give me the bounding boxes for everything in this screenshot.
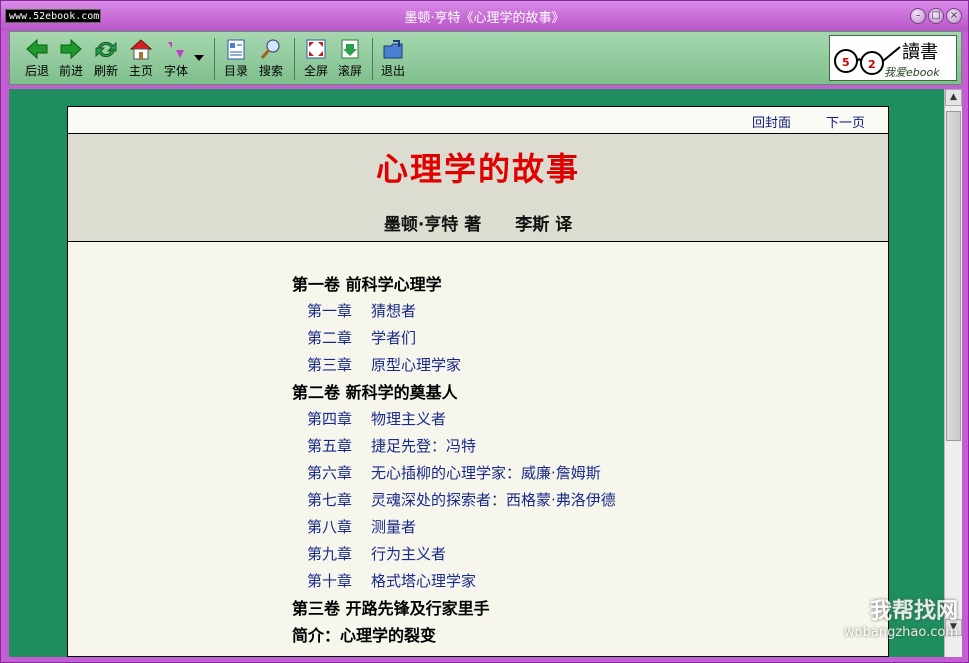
- chapter-title: 测量者: [371, 518, 417, 536]
- toc-volume-heading: 简介：心理学的裂变: [292, 626, 437, 645]
- exit-icon: [383, 40, 403, 59]
- font-button[interactable]: 字体: [159, 38, 193, 82]
- chapter-number: 第六章: [307, 464, 353, 482]
- minimize-button[interactable]: –: [910, 8, 926, 24]
- home-button[interactable]: 主页: [124, 38, 158, 82]
- chapter-title: 灵魂深处的探索者：西格蒙·弗洛伊德: [371, 491, 616, 509]
- toc-chapter-link[interactable]: 第四章 物理主义者: [292, 406, 616, 433]
- refresh-icon: [95, 41, 117, 58]
- watermark-url: wobangzhao.com: [844, 625, 958, 640]
- chapter-title: 物理主义者: [371, 410, 447, 428]
- search-button[interactable]: 搜索: [254, 38, 288, 82]
- chapter-number: 第七章: [307, 491, 353, 509]
- chapter-title: 学者们: [371, 329, 417, 347]
- chapter-title: 格式塔心理学家: [371, 572, 477, 590]
- toc-chapter-link[interactable]: 第十章 格式塔心理学家: [292, 568, 616, 595]
- chapter-number: 第一章: [307, 302, 353, 320]
- scroll-icon: [341, 39, 359, 59]
- brand-logo: 5 2 讀書 我爱ebook: [829, 35, 957, 81]
- toc-chapter-link[interactable]: 第六章 无心插柳的心理学家：威廉·詹姆斯: [292, 460, 616, 487]
- exit-label: 退出: [380, 64, 405, 78]
- scroll-label: 滚屏: [337, 64, 362, 78]
- chapter-title: 原型心理学家: [371, 356, 462, 374]
- back-arrow-icon: [26, 38, 48, 60]
- font-label: 字体: [163, 64, 188, 78]
- exit-button[interactable]: 退出: [376, 38, 410, 82]
- book-header: 心理学的故事 墨顿·亨特 著 李斯 译: [68, 134, 888, 242]
- toc-chapter-link[interactable]: 第八章 测量者: [292, 514, 616, 541]
- search-icon: [260, 39, 280, 59]
- vertical-scrollbar[interactable]: ▲ ▼: [944, 89, 962, 657]
- toolbar-separator: [294, 38, 295, 80]
- next-page-link[interactable]: 下一页: [826, 112, 865, 131]
- forward-button[interactable]: 前进: [54, 38, 88, 82]
- home-icon: [129, 39, 153, 60]
- toc-chapter-link[interactable]: 第一章 猜想者: [292, 298, 616, 325]
- chapter-title: 捷足先登：冯特: [371, 437, 477, 455]
- toc-button[interactable]: 目录: [219, 38, 253, 82]
- watermark-title: 我帮找网: [869, 599, 958, 624]
- refresh-label: 刷新: [93, 64, 118, 78]
- book-page: 回封面 下一页 心理学的故事 墨顿·亨特 著 李斯 译 第一卷 前科学心理学第一…: [67, 106, 889, 657]
- toolbar-separator: [372, 38, 373, 80]
- back-to-cover-link[interactable]: 回封面: [752, 112, 791, 131]
- fullscreen-button[interactable]: 全屏: [299, 38, 333, 82]
- toc-icon: [227, 39, 245, 60]
- content-frame: 回封面 下一页 心理学的故事 墨顿·亨特 著 李斯 译 第一卷 前科学心理学第一…: [9, 89, 962, 657]
- toc-chapter-link[interactable]: 第七章 灵魂深处的探索者：西格蒙·弗洛伊德: [292, 487, 616, 514]
- home-label: 主页: [128, 64, 153, 78]
- chapter-title: 无心插柳的心理学家：威廉·詹姆斯: [371, 464, 601, 482]
- fullscreen-icon: [306, 39, 326, 59]
- window-title: 墨顿·亨特《心理学的故事》: [404, 11, 565, 26]
- svg-text:2: 2: [868, 58, 876, 71]
- app-window: www.52ebook.com 墨顿·亨特《心理学的故事》 – □ × 后退 前…: [0, 0, 969, 663]
- toc-chapter-link[interactable]: 第二章 学者们: [292, 325, 616, 352]
- toolbar: 后退 前进 刷新 主页 字体 目录 搜索 全屏 滚屏 退出 5 2 讀書 我爱e…: [9, 31, 962, 85]
- chapter-number: 第九章: [307, 545, 353, 563]
- toc-chapter-link[interactable]: 第九章 行为主义者: [292, 541, 616, 568]
- close-button[interactable]: ×: [946, 8, 962, 24]
- chapter-title: 猜想者: [371, 302, 417, 320]
- toc-volume-heading: 第一卷 前科学心理学: [292, 275, 442, 294]
- font-dropdown[interactable]: [192, 50, 206, 94]
- svg-text:5: 5: [842, 56, 850, 69]
- toc-chapter-link[interactable]: 第三章 原型心理学家: [292, 352, 616, 379]
- toc-label: 目录: [223, 64, 248, 78]
- chapter-number: 第三章: [307, 356, 353, 374]
- chevron-down-icon: [194, 55, 204, 61]
- chapter-number: 第二章: [307, 329, 353, 347]
- maximize-button[interactable]: □: [928, 8, 944, 24]
- brand-text: 讀書: [902, 42, 938, 63]
- scroll-thumb[interactable]: [946, 111, 961, 441]
- search-label: 搜索: [258, 64, 283, 78]
- back-button[interactable]: 后退: [20, 38, 54, 82]
- book-title: 心理学的故事: [375, 150, 580, 188]
- toc-volume-heading: 第三卷 开路先锋及行家里手: [292, 599, 490, 618]
- back-label: 后退: [24, 64, 49, 78]
- chapter-number: 第四章: [307, 410, 353, 428]
- page-nav: 回封面 下一页: [68, 107, 888, 134]
- toolbar-separator: [214, 38, 215, 80]
- scroll-button[interactable]: 滚屏: [333, 38, 367, 82]
- toc-chapter-link[interactable]: 第五章 捷足先登：冯特: [292, 433, 616, 460]
- table-of-contents: 第一卷 前科学心理学 第一章 猜想者 第二章 学者们 第三章 原型心理学家 第二卷 新科学的奠…: [292, 271, 616, 649]
- scroll-up-button[interactable]: ▲: [945, 89, 962, 106]
- forward-arrow-icon: [60, 38, 82, 60]
- watermark: 我帮找网 wobangzhao.com: [800, 591, 958, 651]
- brand-subtext: 我爱ebook: [884, 66, 940, 79]
- title-bar: www.52ebook.com 墨顿·亨特《心理学的故事》 – □ ×: [1, 1, 968, 31]
- author-line: 墨顿·亨特 著 李斯 译: [383, 215, 573, 235]
- forward-label: 前进: [58, 64, 83, 78]
- toc-volume-heading: 第二卷 新科学的奠基人: [292, 383, 458, 402]
- fullscreen-label: 全屏: [303, 64, 328, 78]
- chapter-number: 第十章: [307, 572, 353, 590]
- chapter-number: 第五章: [307, 437, 353, 455]
- refresh-button[interactable]: 刷新: [89, 38, 123, 82]
- chapter-number: 第八章: [307, 518, 353, 536]
- chapter-title: 行为主义者: [371, 545, 447, 563]
- font-icon: [168, 42, 184, 58]
